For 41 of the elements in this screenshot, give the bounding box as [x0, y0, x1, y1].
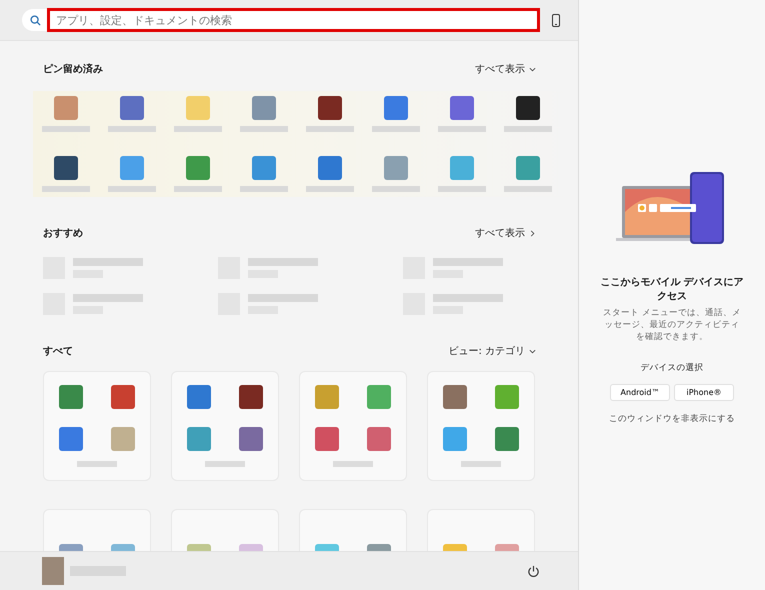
blurred-label [306, 126, 354, 132]
user-account[interactable] [42, 557, 126, 585]
blurred-label [438, 126, 486, 132]
category-folder[interactable] [171, 371, 279, 481]
chevron-icon [529, 230, 536, 236]
section-title: すべて [43, 345, 73, 358]
section-title: おすすめ [43, 227, 83, 240]
blurred-label [42, 126, 90, 132]
device-button[interactable]: iPhone® [674, 384, 734, 401]
search-icon [30, 14, 41, 26]
blurred-label [108, 186, 156, 192]
blurred-label [240, 186, 288, 192]
view-button[interactable]: ビュー: カテゴリ [448, 344, 536, 358]
chevron-icon [529, 348, 536, 354]
phone-icon[interactable] [552, 14, 560, 26]
device-button[interactable]: Android™ [610, 384, 670, 401]
search-field[interactable]: アプリ、設定、ドキュメントの検索 [22, 9, 540, 31]
blurred-label [438, 186, 486, 192]
device-select-label: デバイスの選択 [640, 362, 704, 374]
blurred-label [174, 126, 222, 132]
power-button[interactable] [527, 564, 540, 578]
category-folder[interactable] [427, 371, 535, 481]
category-folder[interactable] [299, 371, 407, 481]
power-icon [527, 564, 540, 578]
chevron-icon [529, 66, 536, 72]
hide-window-link[interactable]: このウィンドウを非表示にする [609, 412, 735, 425]
blurred-label [42, 186, 90, 192]
category-folder[interactable] [43, 371, 151, 481]
panel-description: スタート メニューでは、通話、メッセージ、最近のアクティビティを確認できます。 [602, 308, 742, 344]
blurred-label [372, 186, 420, 192]
show-all-button[interactable]: すべて表示 [475, 226, 536, 240]
show-all-button[interactable]: すべて表示 [475, 62, 536, 76]
blurred-label [372, 126, 420, 132]
section-title: ピン留め済み [43, 62, 103, 76]
blurred-label [108, 126, 156, 132]
blurred-label [504, 126, 552, 132]
blurred-label [240, 126, 288, 132]
blurred-label [306, 186, 354, 192]
blurred-label [174, 186, 222, 192]
blurred-label [504, 186, 552, 192]
panel-title: ここからモバイル デバイスにアクセス [599, 276, 745, 304]
